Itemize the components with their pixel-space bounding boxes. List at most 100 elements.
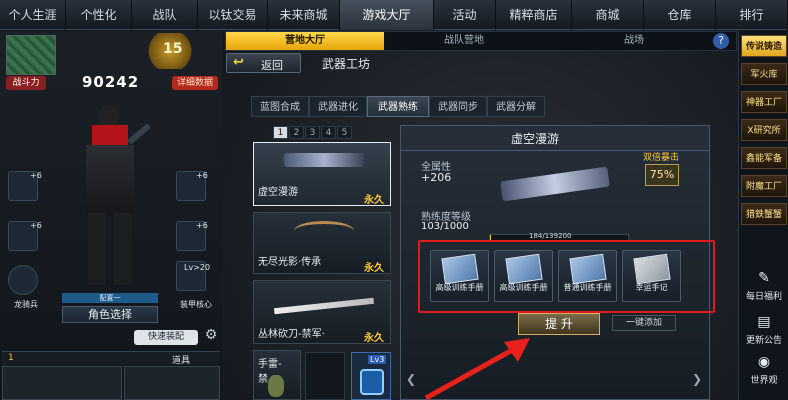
next-arrow-icon[interactable]: ❯: [692, 372, 702, 386]
weapon-image: [284, 153, 364, 167]
weapon-slot[interactable]: [2, 366, 122, 400]
manual-item[interactable]: 幸运手记: [622, 250, 681, 302]
gear-icon[interactable]: ⚙: [203, 327, 219, 343]
tab-camp-hall[interactable]: 营地大厅: [226, 32, 384, 50]
prev-arrow-icon[interactable]: ❮: [406, 372, 416, 386]
weapon-duration: 永久: [364, 333, 384, 344]
tab-top-10[interactable]: 排行: [716, 0, 788, 30]
update-notice-button[interactable]: ▤ 更新公告: [741, 313, 787, 346]
manual-label: 高级训练手册: [499, 283, 548, 292]
weapon-image: [500, 166, 610, 202]
tab-items[interactable]: 道具: [172, 353, 190, 366]
weapon-name: 虚空漫游: [258, 187, 298, 198]
gear-level: +6: [196, 171, 208, 180]
pointer-arrow-icon: [424, 338, 530, 400]
help-button[interactable]: ?: [713, 33, 729, 49]
tab-evolve[interactable]: 武器进化: [309, 96, 367, 117]
tab-top-3[interactable]: 以钛交易: [198, 0, 268, 30]
card-icon: [360, 369, 384, 395]
tab-top-4[interactable]: 未来商城: [268, 0, 340, 30]
gear-name: 装甲核心: [180, 300, 212, 309]
news-icon: ▤: [757, 314, 771, 330]
sub-navigation: 营地大厅 战队营地 战场: [225, 31, 737, 51]
manual-item[interactable]: 普通训练手册: [558, 250, 617, 302]
sidebar-item-arsenal[interactable]: 军火库: [741, 63, 787, 85]
sidebar-item-x-lab[interactable]: X研究所: [741, 119, 787, 141]
page-3[interactable]: 3: [305, 126, 320, 139]
gear-level: +6: [30, 221, 42, 230]
tab-proficiency[interactable]: 武器熟练: [367, 96, 429, 117]
manual-label: 普通训练手册: [563, 283, 612, 292]
gear-level: +6: [30, 171, 42, 180]
page-5[interactable]: 5: [337, 126, 352, 139]
weapon-card[interactable]: 无尽光影·传承 永久: [253, 212, 391, 274]
manual-icon: [505, 253, 543, 285]
weapon-card[interactable]: 丛林砍刀-禁军· 永久: [253, 280, 391, 344]
tab-top-9[interactable]: 仓库: [644, 0, 716, 30]
daily-welfare-label: 每日福利: [745, 292, 782, 302]
weapon-card[interactable]: 手雷-禁...: [253, 350, 301, 400]
page-1[interactable]: 1: [273, 126, 288, 139]
right-sidebar: 传说铸造 军火库 神器工厂 X研究所 鑫能军备 附魔工厂 猎鉄蟹蟹 ✎ 每日福利…: [738, 31, 788, 400]
auto-add-button[interactable]: 一键添加: [612, 315, 676, 331]
detail-weapon-name: 虚空漫游: [511, 132, 560, 146]
page-4[interactable]: 4: [321, 126, 336, 139]
weapon-name: 丛林砍刀-禁军·: [258, 329, 325, 340]
weapon-image: [273, 297, 375, 315]
worldview-button[interactable]: ◉ 世界观: [741, 353, 787, 386]
tab-battlefield[interactable]: 战场: [544, 32, 724, 50]
sidebar-item-legend-forge[interactable]: 传说铸造: [741, 35, 787, 57]
manual-icon: [569, 253, 607, 285]
weapon-slot[interactable]: [124, 366, 220, 400]
manual-label: 高级训练手册: [435, 283, 484, 292]
globe-icon: ◉: [757, 354, 771, 370]
avatar[interactable]: [6, 35, 56, 75]
sidebar-item-energy-armory[interactable]: 鑫能军备: [741, 147, 787, 169]
weapon-image: [294, 221, 354, 241]
tab-number[interactable]: 1: [8, 353, 14, 363]
gear-name: 龙骑兵: [14, 300, 38, 309]
item-card[interactable]: Lv3: [351, 352, 391, 400]
back-button[interactable]: ↩ 返回: [226, 53, 301, 73]
detail-data-button[interactable]: 详细数据: [172, 76, 218, 90]
back-label: 返回: [261, 59, 283, 72]
daily-welfare-button[interactable]: ✎ 每日福利: [741, 269, 787, 302]
worldview-label: 世界观: [750, 376, 778, 386]
manual-icon: [633, 253, 671, 285]
tab-top-7[interactable]: 精粹商店: [496, 0, 572, 30]
loadout-label: 配置一: [62, 293, 158, 303]
tab-top-2[interactable]: 战队: [132, 0, 198, 30]
tab-team-camp[interactable]: 战队营地: [384, 32, 544, 50]
manual-label: 幸运手记: [635, 283, 668, 292]
grenade-image: [268, 375, 284, 397]
character-model: [70, 101, 151, 301]
crit-value: 75%: [645, 164, 679, 186]
tab-top-1[interactable]: 个性化: [66, 0, 132, 30]
tab-top-6[interactable]: 活动: [434, 0, 496, 30]
gift-icon: ✎: [758, 270, 770, 286]
gear-level: Lv>20: [184, 263, 211, 272]
tab-blueprint[interactable]: 蓝图合成: [251, 96, 309, 117]
sidebar-item-enchant-factory[interactable]: 附魔工厂: [741, 175, 787, 197]
gear-level: +6: [196, 221, 208, 230]
manual-item[interactable]: 高级训练手册: [494, 250, 553, 302]
sidebar-item-misc[interactable]: 猎鉄蟹蟹: [741, 203, 787, 225]
gear-slot-dragoon[interactable]: [8, 265, 38, 295]
page-2[interactable]: 2: [289, 126, 304, 139]
bottom-tabs: 1 道具: [2, 351, 220, 366]
sidebar-item-artifact-factory[interactable]: 神器工厂: [741, 91, 787, 113]
tab-sync[interactable]: 武器同步: [429, 96, 487, 117]
empty-slot[interactable]: [305, 352, 345, 400]
manual-icon: [441, 253, 479, 285]
tab-decompose[interactable]: 武器分解: [487, 96, 545, 117]
quick-equip-button[interactable]: 快速装配: [134, 330, 198, 345]
page-title: 武器工坊: [322, 57, 371, 71]
tab-top-0[interactable]: 个人生涯: [0, 0, 66, 30]
manual-item[interactable]: 高级训练手册: [430, 250, 489, 302]
power-label: 战斗力: [6, 76, 46, 90]
weapon-card[interactable]: 虚空漫游 永久: [253, 142, 391, 206]
role-select-button[interactable]: 角色选择: [62, 306, 158, 323]
tab-top-5[interactable]: 游戏大厅: [340, 0, 434, 30]
back-arrow-icon: ↩: [233, 55, 244, 70]
tab-top-8[interactable]: 商城: [572, 0, 644, 30]
